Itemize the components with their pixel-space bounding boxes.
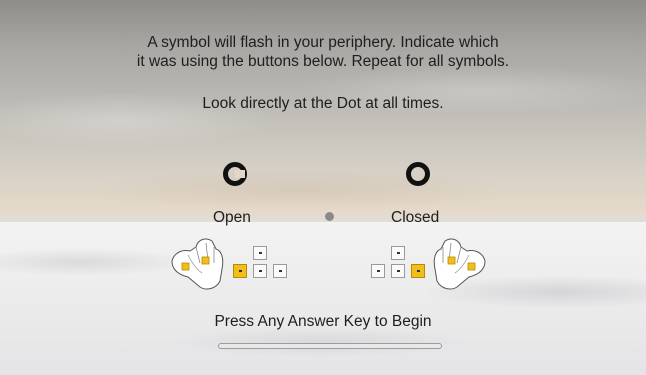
closed-ring-symbol-icon (406, 162, 430, 186)
right-hand-icon (433, 238, 486, 290)
open-label: Open (213, 209, 251, 226)
key-a[interactable] (233, 264, 247, 278)
key-s[interactable] (253, 264, 267, 278)
begin-prompt: Press Any Answer Key to Begin (214, 313, 432, 330)
progress-bar (218, 343, 442, 349)
key-left[interactable] (371, 264, 385, 278)
key-right[interactable] (411, 264, 425, 278)
snow-ground (0, 222, 646, 375)
left-hand-icon (171, 238, 224, 290)
open-ring-gap (235, 170, 245, 178)
key-w[interactable] (253, 246, 267, 260)
fixation-dot (325, 212, 334, 221)
key-up[interactable] (391, 246, 405, 260)
instruction-line-3: Look directly at the Dot at all times. (202, 95, 444, 112)
instruction-line-2: it was using the buttons below. Repeat f… (136, 53, 510, 70)
key-d[interactable] (273, 264, 287, 278)
key-down[interactable] (391, 264, 405, 278)
instruction-line-1: A symbol will flash in your periphery. I… (147, 34, 499, 51)
closed-label: Closed (391, 209, 440, 226)
